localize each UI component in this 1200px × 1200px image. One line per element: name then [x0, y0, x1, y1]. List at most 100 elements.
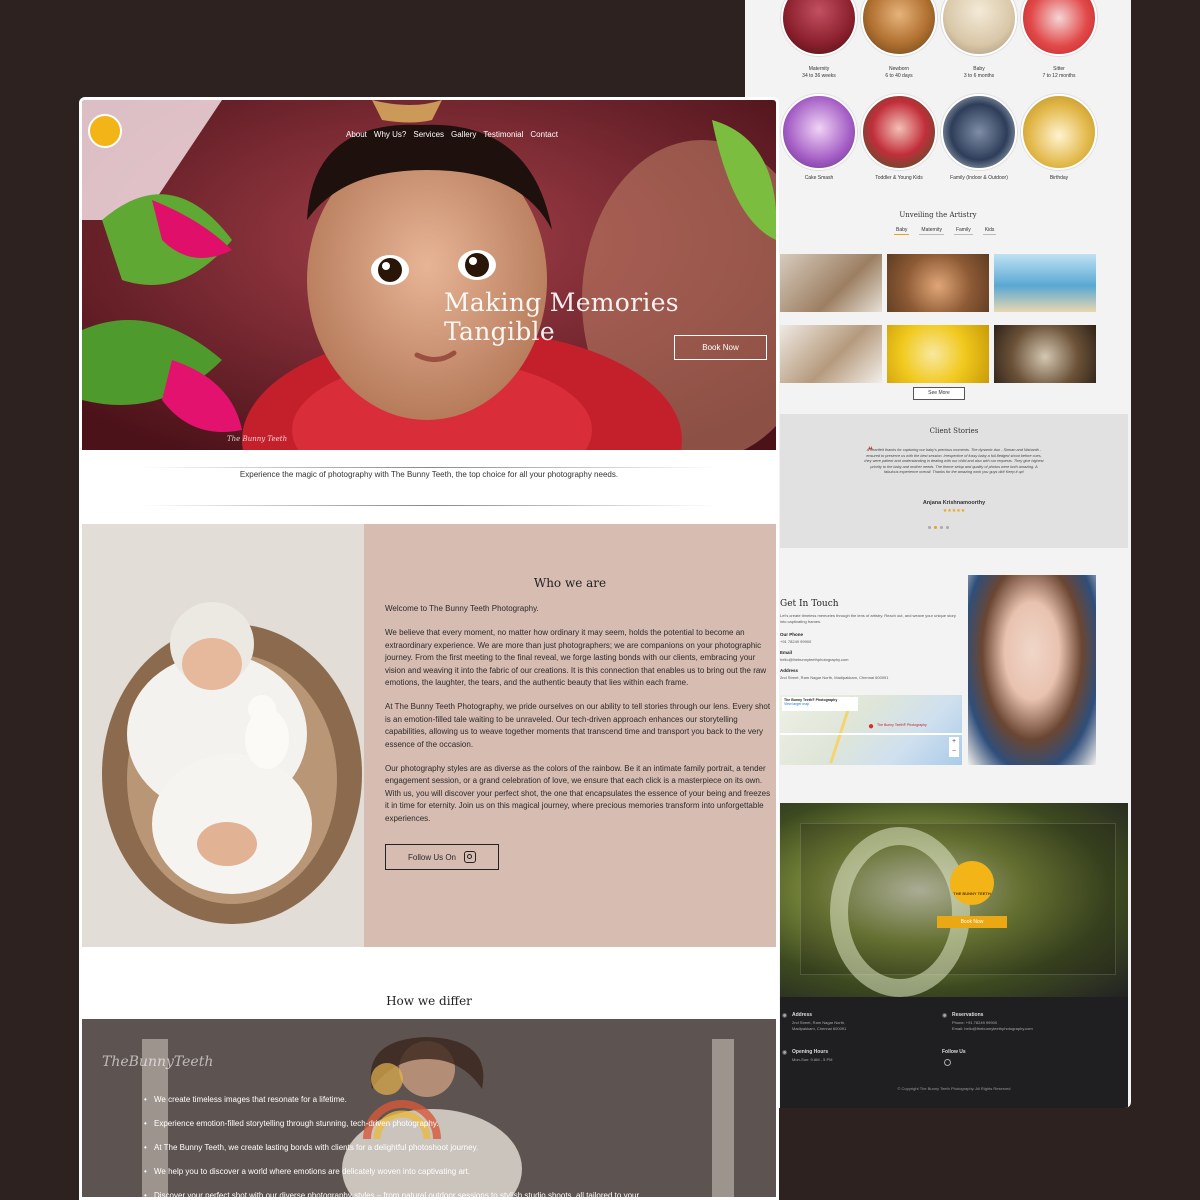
gallery-photo[interactable]: [887, 254, 989, 312]
gallery-photo[interactable]: [780, 325, 882, 383]
phone-icon: ◉: [942, 1013, 948, 1019]
tagline: Experience the magic of photography with…: [239, 470, 619, 479]
tab-kids[interactable]: Kids: [982, 226, 997, 235]
newborn-photo: [82, 524, 364, 947]
map-info-card: The Bunny Teeth® Photography View larger…: [782, 697, 858, 711]
category-image-cake-smash[interactable]: [781, 94, 857, 170]
footer-follow-label: Follow Us: [942, 1049, 966, 1055]
see-more-button[interactable]: See More: [913, 387, 965, 400]
contact-photo: [968, 575, 1096, 765]
artistry-title: Unveiling the Artistry: [899, 211, 977, 219]
category-image-sitter[interactable]: [1021, 0, 1097, 56]
map-pin-icon: ●: [868, 721, 875, 732]
contact-intro: Let's create timeless memories through t…: [780, 613, 956, 624]
contact-title: Get In Touch: [780, 599, 839, 609]
differ-watermark: TheBunnyTeeth: [102, 1054, 214, 1070]
phone-value: +91 78249 99900: [780, 639, 812, 644]
differ-item: Discover your perfect shot with our dive…: [144, 1191, 639, 1197]
category-image-maternity[interactable]: [781, 0, 857, 56]
map-road: [780, 733, 962, 735]
newborn-illustration: [82, 524, 364, 947]
stories-title: Client Stories: [929, 427, 979, 435]
footer-copyright: © Copyright The Bunny Teeth Photography.…: [897, 1086, 1011, 1091]
homepage-preview: About Why Us? Services Gallery Testimoni…: [79, 97, 779, 1200]
category-image-baby[interactable]: [941, 0, 1017, 56]
map-embed[interactable]: The Bunny Teeth® Photography View larger…: [780, 695, 962, 765]
follow-label: Follow Us On: [407, 852, 456, 862]
category-label: Sitter 7 to 12 months: [1042, 66, 1076, 79]
client-stories-section: Client Stories ❝ A heartfelt thanks for …: [780, 414, 1128, 548]
testimonial-text: A heartfelt thanks for capturing our bab…: [864, 448, 1044, 474]
instagram-icon[interactable]: [944, 1059, 951, 1066]
email-label: Email: [780, 650, 793, 655]
site-footer: ◉ Address 2nd Street, Ram Nagar North, M…: [780, 997, 1128, 1108]
differ-list: We create timeless images that resonate …: [144, 1095, 639, 1197]
banner-logo-text: THE BUNNY TEETH: [953, 891, 991, 896]
footer-phone: Phone: +91 78249 99900: [952, 1020, 998, 1025]
category-image-newborn[interactable]: [861, 0, 937, 56]
map-pin-label: The Bunny Teeth® Photography: [877, 723, 927, 727]
tab-maternity[interactable]: Maternity: [919, 226, 944, 235]
clock-icon: ◉: [782, 1050, 788, 1056]
nav-gallery[interactable]: Gallery: [451, 130, 476, 139]
differ-item: We create timeless images that resonate …: [144, 1095, 639, 1104]
who-paragraph: Our photography styles are as diverse as…: [385, 764, 771, 823]
map-link[interactable]: View larger map: [784, 702, 856, 706]
nav-why-us[interactable]: Why Us?: [374, 130, 406, 139]
gallery-photo[interactable]: [780, 254, 882, 312]
category-label: Birthday: [1049, 175, 1069, 181]
who-title: Who we are: [533, 576, 607, 590]
footer-hours: Mon-Sun: 9 AM - 5 PM: [792, 1057, 833, 1062]
address-pin-icon: ◉: [782, 1013, 788, 1019]
follow-us-button[interactable]: Follow Us On: [385, 844, 499, 870]
footer-address: 2nd Street, Ram Nagar North, Madipakkam,…: [792, 1020, 847, 1031]
footer-reservations-label: Reservations: [952, 1012, 984, 1018]
secondary-page-preview: Maternity 34 to 36 weeks Newborn 6 to 40 d…: [745, 0, 1131, 1108]
who-body: Welcome to The Bunny Teeth Photography. …: [385, 603, 773, 837]
email-value[interactable]: hello@thebunnyteethphotography.com: [780, 657, 848, 662]
instagram-icon: [464, 851, 476, 863]
address-value: 2nd Street, Ram Nagar North, Madipakkam,…: [780, 675, 889, 680]
who-we-are-section: Who we are Welcome to The Bunny Teeth Ph…: [82, 524, 776, 947]
divider: [142, 467, 716, 468]
who-we-are-text: Who we are Welcome to The Bunny Teeth Ph…: [364, 524, 776, 947]
tab-baby[interactable]: Baby: [894, 226, 910, 235]
footer-hours-label: Opening Hours: [792, 1049, 829, 1055]
banner-logo: THE BUNNY TEETH: [950, 861, 994, 905]
category-image-birthday[interactable]: [1021, 94, 1097, 170]
differ-item: We help you to discover a world where em…: [144, 1167, 639, 1176]
contact-section: Get In Touch Let's create timeless memor…: [780, 575, 1128, 775]
author-name: Anjana Krishnamoorthy: [922, 500, 986, 506]
main-nav: About Why Us? Services Gallery Testimoni…: [346, 130, 558, 139]
gallery-photo[interactable]: [887, 325, 989, 383]
who-paragraph: Welcome to The Bunny Teeth Photography.: [385, 604, 539, 613]
gallery-photo[interactable]: [994, 325, 1096, 383]
brand-logo[interactable]: [88, 114, 122, 148]
phone-label: Our Phone: [780, 632, 804, 637]
how-we-differ-title: How we differ: [386, 994, 472, 1008]
footer-email[interactable]: Email: hello@thebunnyteethphotography.co…: [952, 1026, 1033, 1031]
hero-section: About Why Us? Services Gallery Testimoni…: [82, 100, 776, 450]
nav-services[interactable]: Services: [413, 130, 444, 139]
gallery-photo[interactable]: [994, 254, 1096, 312]
zoom-controls[interactable]: + −: [949, 737, 959, 757]
tab-family[interactable]: Family: [953, 226, 973, 235]
booking-banner: THE BUNNY TEETH Book Now: [780, 803, 1128, 997]
who-paragraph: At The Bunny Teeth Photography, we pride…: [385, 702, 771, 749]
divider: [142, 505, 716, 506]
rating-stars: ★★★★★: [942, 508, 966, 514]
differ-item: Experience emotion-filled storytelling t…: [144, 1119, 639, 1128]
who-paragraph: We believe that every moment, no matter …: [385, 628, 767, 688]
book-now-button[interactable]: Book Now: [674, 335, 767, 360]
differ-item: At The Bunny Teeth, we create lasting bo…: [144, 1143, 639, 1152]
nav-testimonial[interactable]: Testimonial: [483, 130, 523, 139]
carousel-dots[interactable]: [928, 526, 949, 529]
how-we-differ-section: TheBunnyTeeth We create timeless images …: [82, 1019, 776, 1197]
banner-book-button[interactable]: Book Now: [937, 916, 1007, 928]
gallery-tabs: Baby Maternity Family Kids: [894, 226, 997, 235]
nav-about[interactable]: About: [346, 130, 367, 139]
nav-contact[interactable]: Contact: [530, 130, 558, 139]
category-image-family[interactable]: [941, 94, 1017, 170]
hero-photo: [82, 100, 776, 450]
category-image-toddler[interactable]: [861, 94, 937, 170]
